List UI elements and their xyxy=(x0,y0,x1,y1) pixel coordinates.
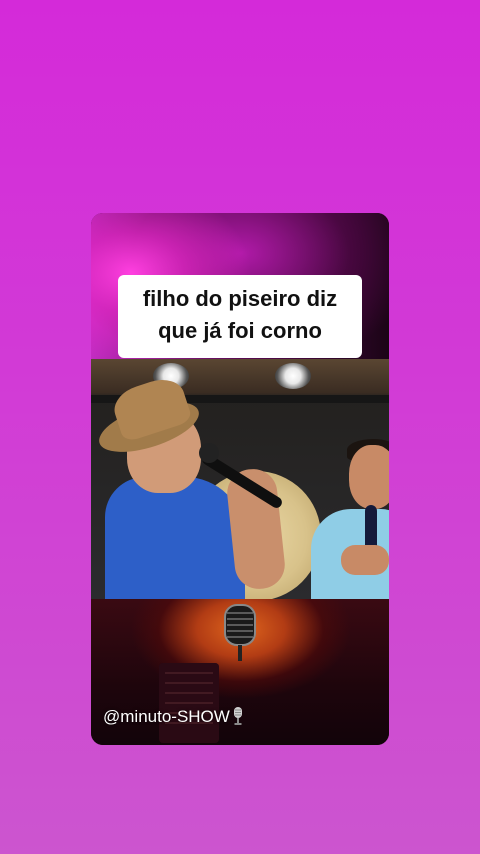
studio-microphone-icon xyxy=(233,707,242,725)
caption-box: filho do piseiro diz que já foi corno xyxy=(118,275,362,358)
page-background: { "caption": { "lines": ["filho do pisei… xyxy=(0,0,480,854)
bottom-microphone-panel: @minuto-SHOW xyxy=(91,599,389,745)
channel-watermark: @minuto-SHOW xyxy=(103,707,243,727)
host-head xyxy=(349,445,389,509)
caption-line-2: que já foi corno xyxy=(158,318,322,343)
video-frame-image xyxy=(91,359,389,599)
stage-light-icon xyxy=(275,363,311,389)
speaker-icon xyxy=(159,663,219,743)
singer-shirt xyxy=(105,477,245,599)
vintage-microphone-icon xyxy=(224,604,256,661)
watermark-handle: @minuto-SHOW xyxy=(103,707,230,726)
top-stage-lights-panel: filho do piseiro diz que já foi corno xyxy=(91,213,389,359)
video-card[interactable]: filho do piseiro diz que já foi corno @m… xyxy=(91,213,389,745)
host-hand xyxy=(341,545,389,575)
singer-microphone-head xyxy=(199,443,219,463)
caption-line-1: filho do piseiro diz xyxy=(142,286,338,311)
